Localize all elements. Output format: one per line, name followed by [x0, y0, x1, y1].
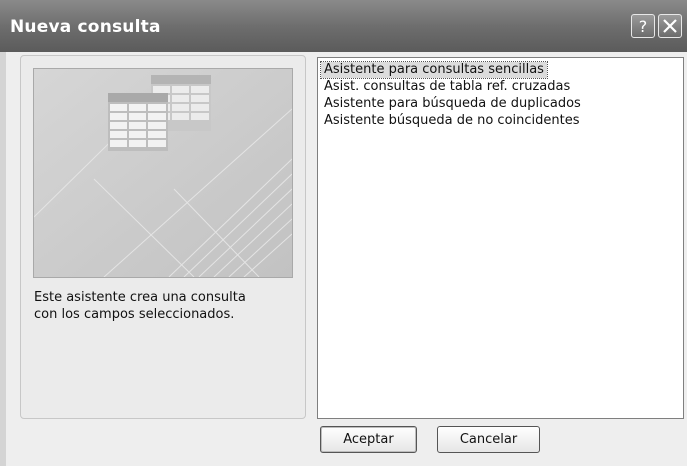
wizard-listbox[interactable]: Asistente para consultas sencillas Asist…: [317, 57, 684, 419]
description-line-1: Este asistente crea una consulta: [34, 290, 246, 305]
title-bar[interactable]: Nueva consulta ?: [0, 0, 687, 52]
list-item-crosstab-query-wizard[interactable]: Asist. consultas de tabla ref. cruzadas: [321, 79, 573, 95]
svg-text:?: ?: [639, 17, 648, 36]
wizard-description: Este asistente crea una consulta con los…: [34, 289, 294, 323]
close-icon: [663, 19, 677, 33]
help-icon: ?: [639, 17, 648, 36]
window-title: Nueva consulta: [10, 17, 161, 37]
query-table-illustration-icon: [33, 69, 293, 278]
cancel-button[interactable]: Cancelar: [437, 426, 540, 453]
preview-image: [33, 68, 293, 278]
window-left-edge: [0, 52, 6, 466]
front-table-shape: [108, 93, 168, 151]
new-query-dialog: Nueva consulta ? Este asistente crea una…: [0, 0, 687, 466]
ok-button[interactable]: Aceptar: [320, 426, 417, 453]
list-item-find-duplicates-wizard[interactable]: Asistente para búsqueda de duplicados: [321, 96, 584, 112]
list-item-simple-query-wizard[interactable]: Asistente para consultas sencillas: [320, 61, 548, 79]
close-button[interactable]: [658, 14, 682, 38]
description-line-2: con los campos seleccionados.: [34, 307, 235, 322]
list-item-find-unmatched-wizard[interactable]: Asistente búsqueda de no coincidentes: [321, 113, 583, 129]
help-button[interactable]: ?: [631, 14, 655, 38]
